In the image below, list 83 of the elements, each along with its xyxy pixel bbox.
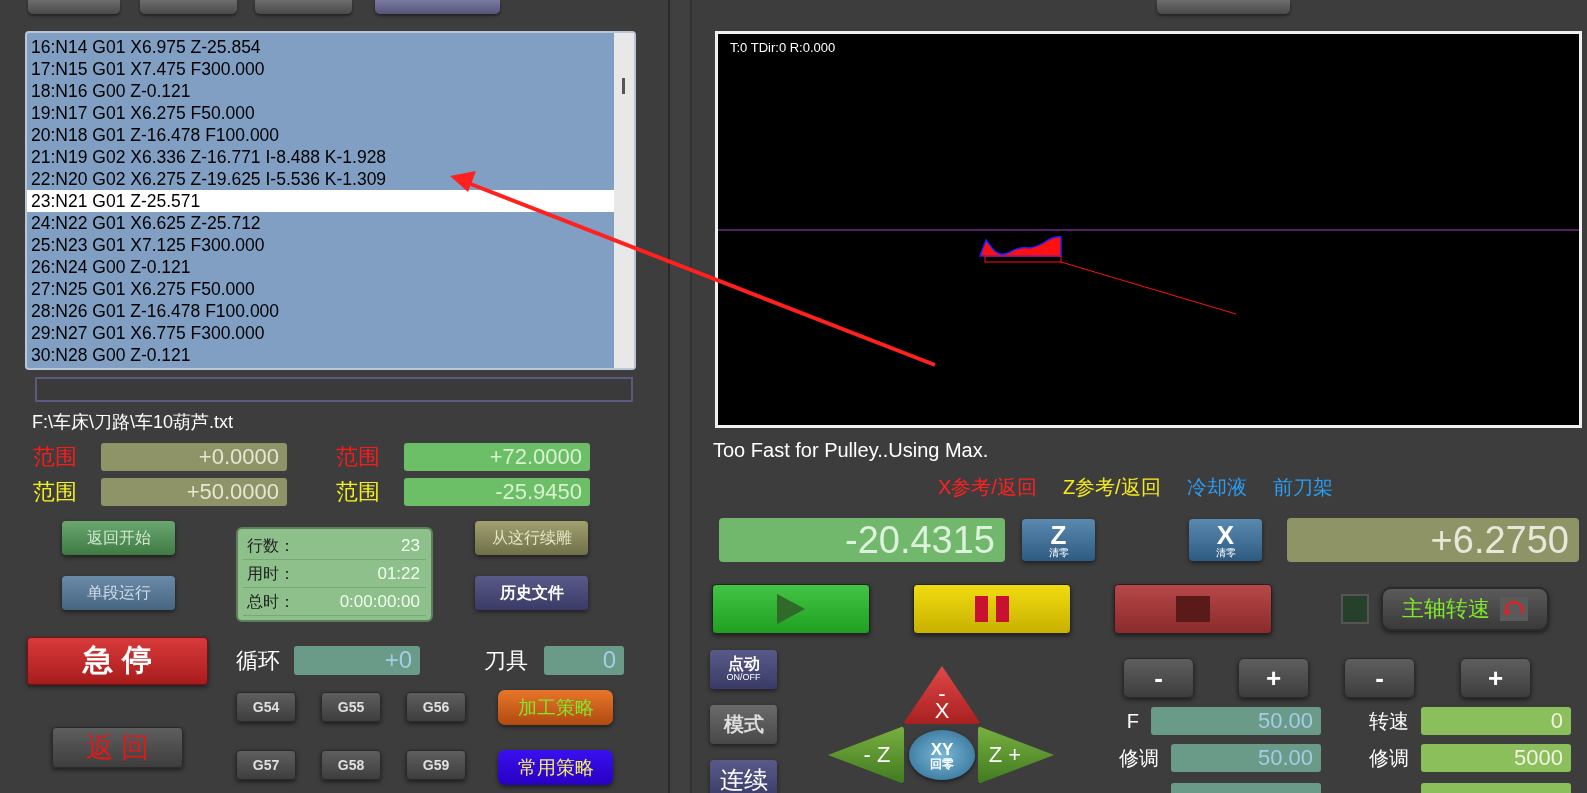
status-indicator: Z参考/返回 xyxy=(1062,475,1161,499)
code-line[interactable]: 18:N16 G00 Z-0.121 xyxy=(27,80,614,102)
offset-button[interactable]: G54 xyxy=(236,692,296,722)
decrease-button[interactable]: - xyxy=(1123,658,1194,698)
code-line[interactable]: 16:N14 G01 X6.975 Z-25.854 xyxy=(27,36,614,58)
counter-label: 用时： xyxy=(246,563,296,584)
toolbar-button[interactable] xyxy=(255,0,352,14)
code-line[interactable]: 17:N15 G01 X7.475 F300.000 xyxy=(27,58,614,80)
toolbar-button[interactable] xyxy=(375,0,500,14)
code-line[interactable]: 21:N19 G02 X6.336 Z-16.771 I-8.488 K-1.928 xyxy=(27,146,614,168)
value-field[interactable] xyxy=(1171,783,1321,793)
range-value: +50.0000 xyxy=(101,478,287,506)
increase-button[interactable]: + xyxy=(1460,658,1531,698)
stop-icon xyxy=(1176,596,1210,622)
range-label: 范围 xyxy=(336,443,381,471)
offset-button[interactable]: G57 xyxy=(236,750,296,780)
range-label: 范围 xyxy=(33,478,78,506)
zero-axis-button[interactable]: X 清零 xyxy=(1189,519,1262,561)
action-button[interactable]: 单段运行 xyxy=(62,576,175,610)
viewport-status: T:0 TDir:0 R:0.000 xyxy=(730,40,836,55)
code-line[interactable]: 27:N25 G01 X6.275 F50.000 xyxy=(27,278,614,300)
tool-label: 刀具 xyxy=(484,646,528,675)
toolbar-button[interactable] xyxy=(1157,0,1290,14)
counter-value: 01:22 xyxy=(376,564,421,584)
code-line[interactable]: 30:N28 G00 Z-0.121 xyxy=(27,344,614,366)
offset-button[interactable]: G55 xyxy=(321,692,381,722)
feed-label: 修调 xyxy=(1119,745,1159,771)
offset-button[interactable]: G56 xyxy=(406,692,466,722)
decrease-button[interactable]: - xyxy=(1344,658,1415,698)
feed-label: F xyxy=(1126,709,1139,733)
jog-x-minus-button[interactable]: - X xyxy=(903,666,981,724)
jog-z-minus-button[interactable]: - Z xyxy=(828,726,904,784)
toolbar-button[interactable] xyxy=(140,0,237,14)
offset-button[interactable]: G59 xyxy=(406,750,466,780)
code-line[interactable]: 25:N23 G01 X7.125 F300.000 xyxy=(27,234,614,256)
code-line[interactable]: 20:N18 G01 Z-16.478 F100.000 xyxy=(27,124,614,146)
status-message: Too Fast for Pulley..Using Max. xyxy=(713,438,989,462)
speed-label: 转速 xyxy=(1369,708,1409,734)
pause-icon xyxy=(975,596,1009,622)
jog-mode-button[interactable]: 模式 xyxy=(710,705,777,744)
z-position-readout: -20.4315 xyxy=(719,518,1005,562)
status-indicator: 冷却液 xyxy=(1186,475,1247,499)
counter-value: 0:00:00:00 xyxy=(338,592,421,612)
toolbar-button[interactable] xyxy=(28,0,120,14)
speed-label: 修调 xyxy=(1369,745,1409,771)
zero-axis-button[interactable]: Z 清零 xyxy=(1022,519,1095,561)
spindle-speed-button[interactable]: 主轴转速 xyxy=(1381,587,1549,631)
scroll-thumb[interactable] xyxy=(622,78,625,94)
rotation-icon xyxy=(1500,597,1528,621)
code-line[interactable]: 29:N27 G01 X6.775 F300.000 xyxy=(27,322,614,344)
jog-mode-button[interactable]: 点动 ON/OFF xyxy=(710,650,777,689)
x-position-readout: +6.2750 xyxy=(1287,518,1579,562)
jog-z-plus-button[interactable]: Z + xyxy=(978,726,1054,784)
code-line[interactable]: 26:N24 G00 Z-0.121 xyxy=(27,256,614,278)
increase-button[interactable]: + xyxy=(1238,658,1309,698)
strategy-button[interactable]: 常用策略 xyxy=(498,750,613,785)
value-field[interactable] xyxy=(1421,783,1571,793)
loop-label: 循环 xyxy=(236,646,280,675)
file-path: F:\车床\刀路\车10葫芦.txt xyxy=(32,411,234,434)
code-line[interactable]: 24:N22 G01 X6.625 Z-25.712 xyxy=(27,212,614,234)
code-line[interactable]: 28:N26 G01 Z-16.478 F100.000 xyxy=(27,300,614,322)
counter-value: 23 xyxy=(400,536,421,556)
code-line[interactable]: 22:N20 G02 X6.275 Z-19.625 I-5.536 K-1.309 xyxy=(27,168,614,190)
counter-label: 行数： xyxy=(246,535,296,556)
start-button[interactable] xyxy=(712,584,870,634)
play-icon xyxy=(777,594,805,624)
offset-button[interactable]: G58 xyxy=(321,750,381,780)
pause-button[interactable] xyxy=(913,584,1071,634)
range-value: -25.9450 xyxy=(404,478,590,506)
scrollbar[interactable] xyxy=(614,33,634,368)
status-indicator: 前刀架 xyxy=(1272,475,1333,499)
jog-mode-button[interactable]: 连续 xyxy=(710,760,777,793)
status-indicator: X参考/返回 xyxy=(938,475,1037,499)
emergency-stop-button[interactable]: 急 停 xyxy=(27,636,208,685)
range-value: +72.0000 xyxy=(404,443,590,471)
counter-label: 总时： xyxy=(246,591,296,612)
code-line[interactable]: 19:N17 G01 X6.275 F50.000 xyxy=(27,102,614,124)
range-label: 范围 xyxy=(336,478,381,506)
range-value: +0.0000 xyxy=(101,443,287,471)
range-label: 范围 xyxy=(33,443,78,471)
indicator-light xyxy=(1341,594,1369,624)
stop-button[interactable] xyxy=(1114,584,1272,634)
action-button[interactable]: 历史文件 xyxy=(475,576,588,610)
